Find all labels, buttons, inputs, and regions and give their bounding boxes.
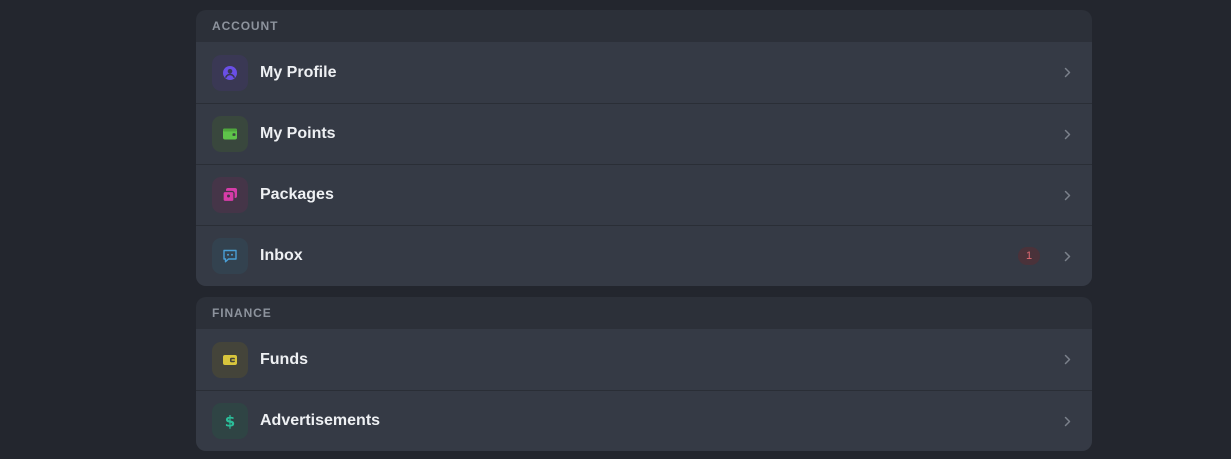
wallet-icon — [212, 116, 248, 152]
finance-section: FINANCE Funds $ Advertisements — [196, 297, 1092, 451]
section-header-finance: FINANCE — [212, 306, 272, 320]
chevron-right-icon — [1062, 250, 1072, 262]
packages-icon — [212, 177, 248, 213]
chevron-right-icon — [1062, 128, 1072, 140]
menu-item-label: Advertisements — [260, 412, 381, 429]
unread-count-badge: 1 — [1018, 247, 1040, 265]
menu-item-label: Packages — [260, 186, 334, 203]
menu-item-label: Funds — [260, 350, 308, 368]
menu-item-my-profile[interactable]: My Profile — [196, 42, 1092, 103]
chevron-right-icon — [1062, 67, 1072, 79]
menu-item-packages[interactable]: Packages — [196, 164, 1092, 225]
user-icon — [212, 54, 248, 91]
dollar-icon: $ — [212, 403, 248, 439]
message-icon — [212, 238, 248, 274]
menu-item-label: My Profile — [260, 63, 337, 81]
chevron-right-icon — [1062, 354, 1072, 366]
section-header-account: ACCOUNT — [212, 19, 279, 33]
account-section: ACCOUNT My Profile My Points Packages In… — [196, 10, 1092, 286]
menu-item-advertisements[interactable]: $ Advertisements — [196, 390, 1092, 451]
menu-item-label: Inbox — [260, 247, 303, 264]
settings-page: ACCOUNT My Profile My Points Packages In… — [0, 0, 1231, 459]
funds-icon — [212, 341, 248, 378]
menu-item-my-points[interactable]: My Points — [196, 103, 1092, 164]
menu-item-funds[interactable]: Funds — [196, 329, 1092, 390]
menu-item-inbox[interactable]: Inbox 1 — [196, 225, 1092, 286]
menu-item-label: My Points — [260, 125, 336, 142]
chevron-right-icon — [1062, 189, 1072, 201]
svg-text:$: $ — [225, 413, 235, 431]
chevron-right-icon — [1062, 415, 1072, 427]
